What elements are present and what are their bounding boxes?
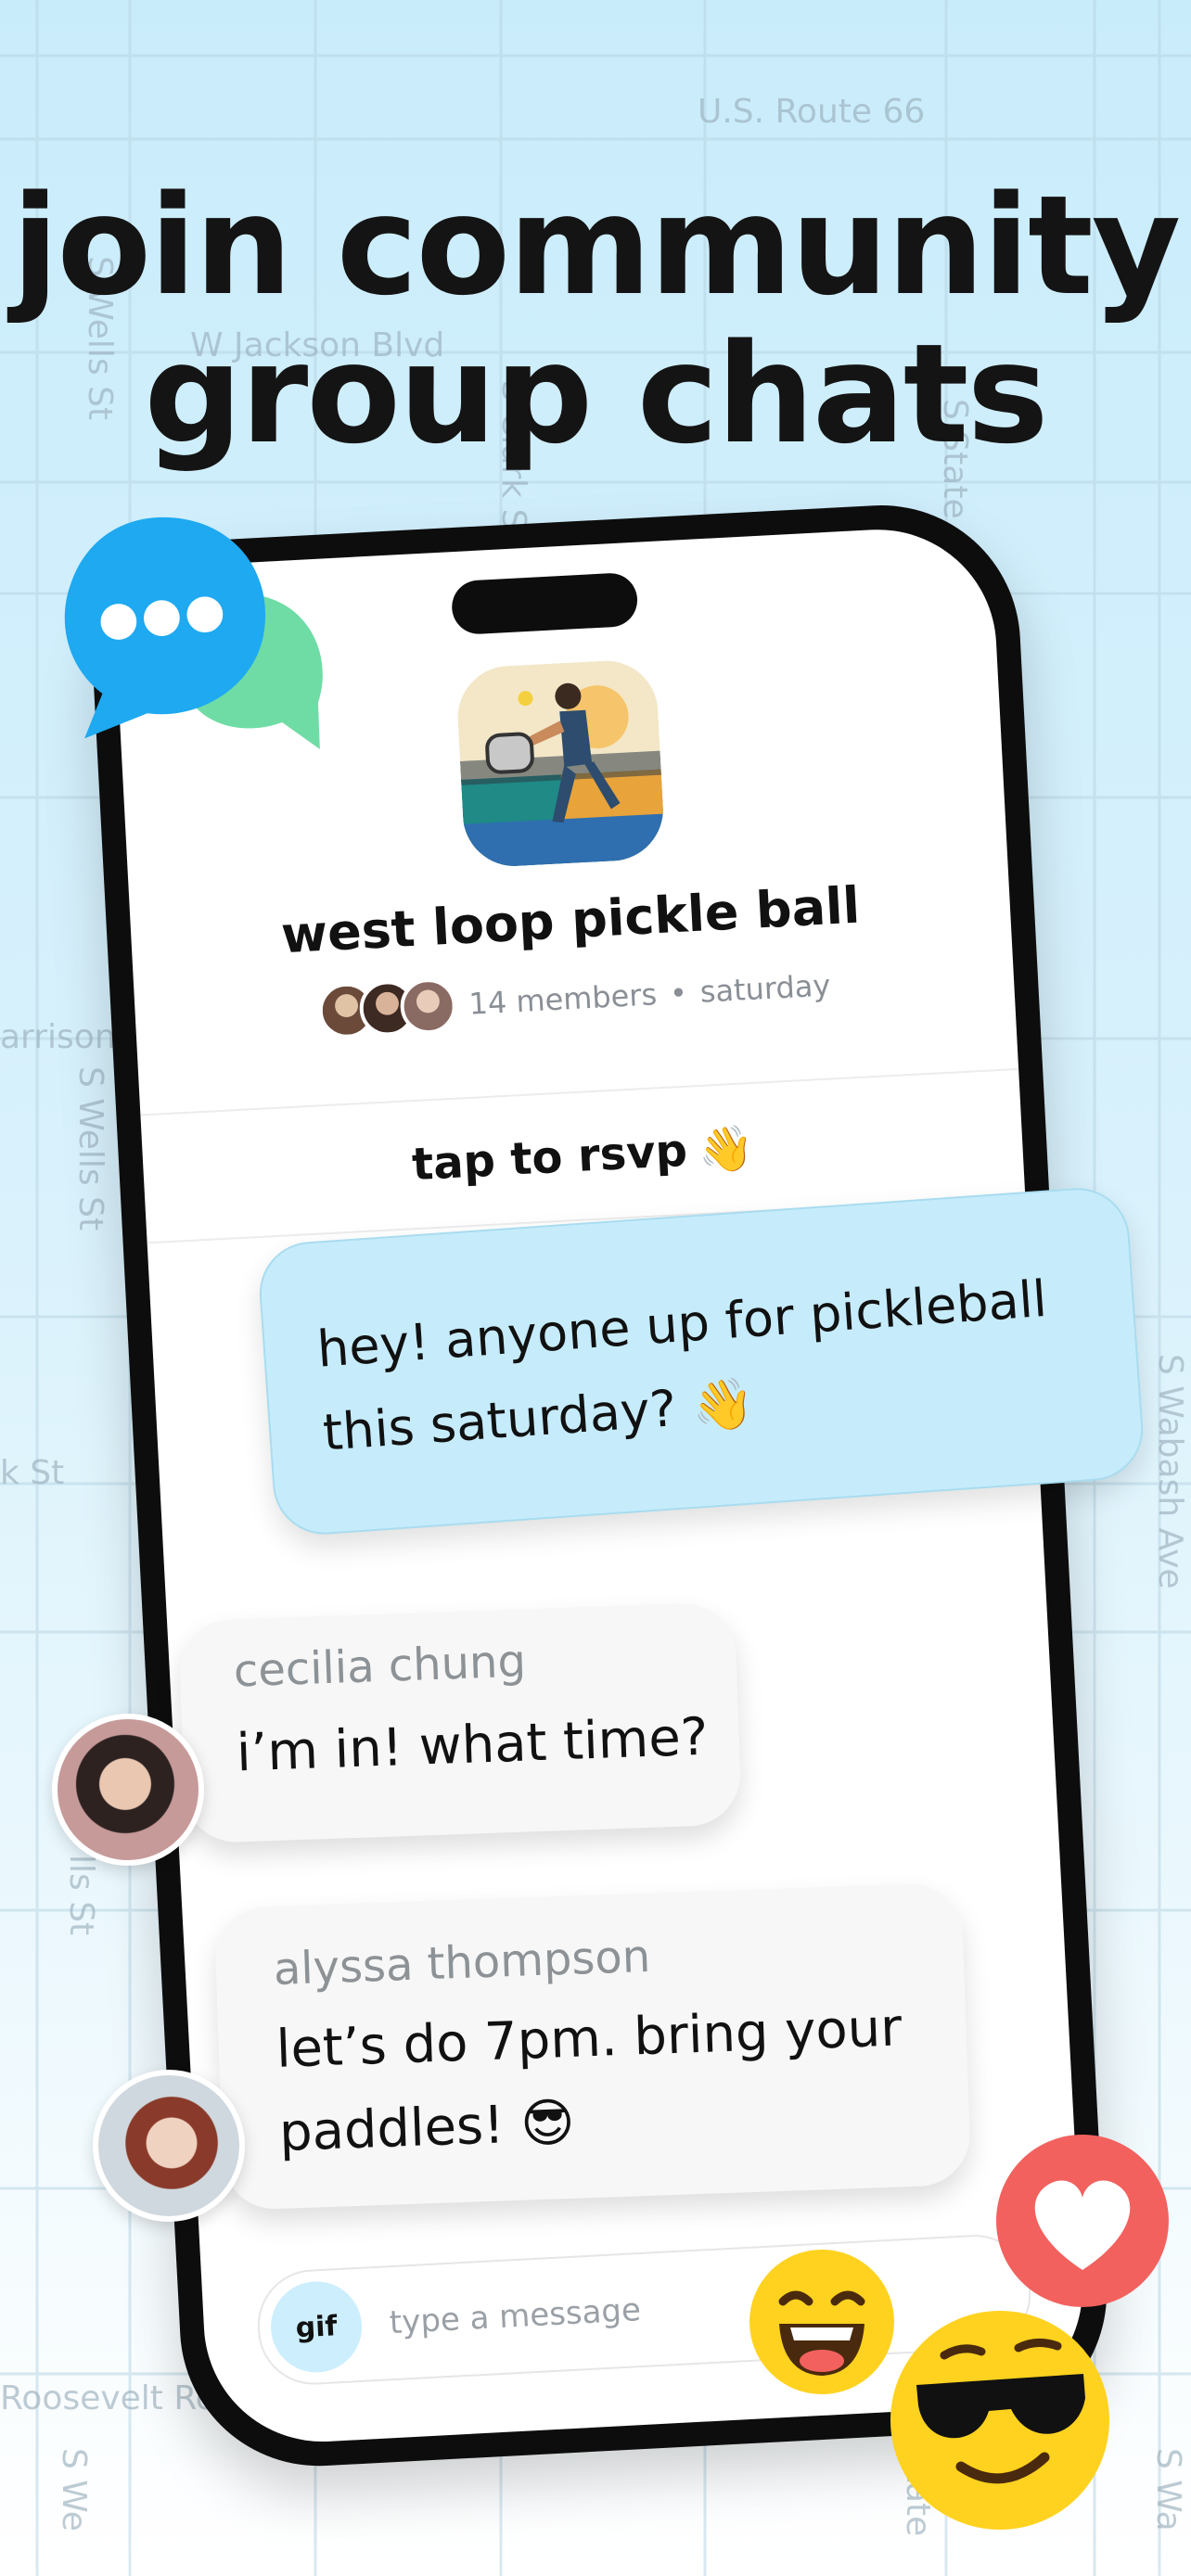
member-count: 14 members	[467, 976, 659, 1022]
message-bubble-incoming[interactable]: alyssa thompson let’s do 7pm. bring your…	[213, 1882, 972, 2211]
laughing-emoji-icon	[749, 2250, 894, 2394]
meta-separator: •	[669, 975, 688, 1012]
rsvp-label: tap to rsvp	[410, 1124, 689, 1192]
map-label-harrison: arrison	[0, 1018, 116, 1056]
message-input[interactable]: type a message	[389, 2291, 642, 2341]
message-text: let’s do 7pm. bring your paddles! 😎	[275, 1997, 903, 2163]
map-label-k-st: k St	[0, 1454, 65, 1492]
sender-name: alyssa thompson	[272, 1930, 652, 1996]
headline: join community group chats	[0, 172, 1191, 468]
map-label-we: S We	[55, 2448, 93, 2531]
headline-line-2: group chats	[144, 314, 1048, 474]
avatar-alyssa-thompson[interactable]	[93, 2070, 245, 2222]
map-label-wells-3: lls St	[62, 1855, 100, 1936]
gif-button[interactable]: gif	[268, 2278, 365, 2375]
dynamic-island	[450, 571, 639, 636]
avatar-cecilia-chung[interactable]	[52, 1714, 204, 1866]
map-label-route66: U.S. Route 66	[698, 93, 926, 131]
headline-line-1: join community	[11, 166, 1182, 325]
typing-chat-bubbles-icon	[64, 516, 323, 750]
message-text: hey! anyone up for pickleball this satur…	[314, 1269, 1049, 1462]
map-label-wabash: S Wabash Ave	[1151, 1354, 1189, 1589]
member-avatars	[317, 976, 458, 1040]
sender-name: cecilia chung	[232, 1635, 527, 1698]
map-label-wells-2: S Wells St	[71, 1066, 109, 1231]
map-label-wa: S Wa	[1149, 2448, 1187, 2531]
message-text: i’m in! what time?	[235, 1706, 710, 1784]
pickleball-player-icon	[455, 657, 666, 869]
event-day: saturday	[698, 967, 832, 1010]
waving-hand-icon: 👋	[697, 1121, 755, 1177]
group-avatar-image[interactable]	[455, 657, 666, 869]
sunglasses-emoji-icon	[890, 2311, 1109, 2530]
message-bubble-outgoing[interactable]: hey! anyone up for pickleball this satur…	[256, 1184, 1146, 1538]
message-bubble-incoming[interactable]: cecilia chung i’m in! what time?	[177, 1601, 743, 1844]
heart-reaction-icon	[996, 2135, 1169, 2307]
